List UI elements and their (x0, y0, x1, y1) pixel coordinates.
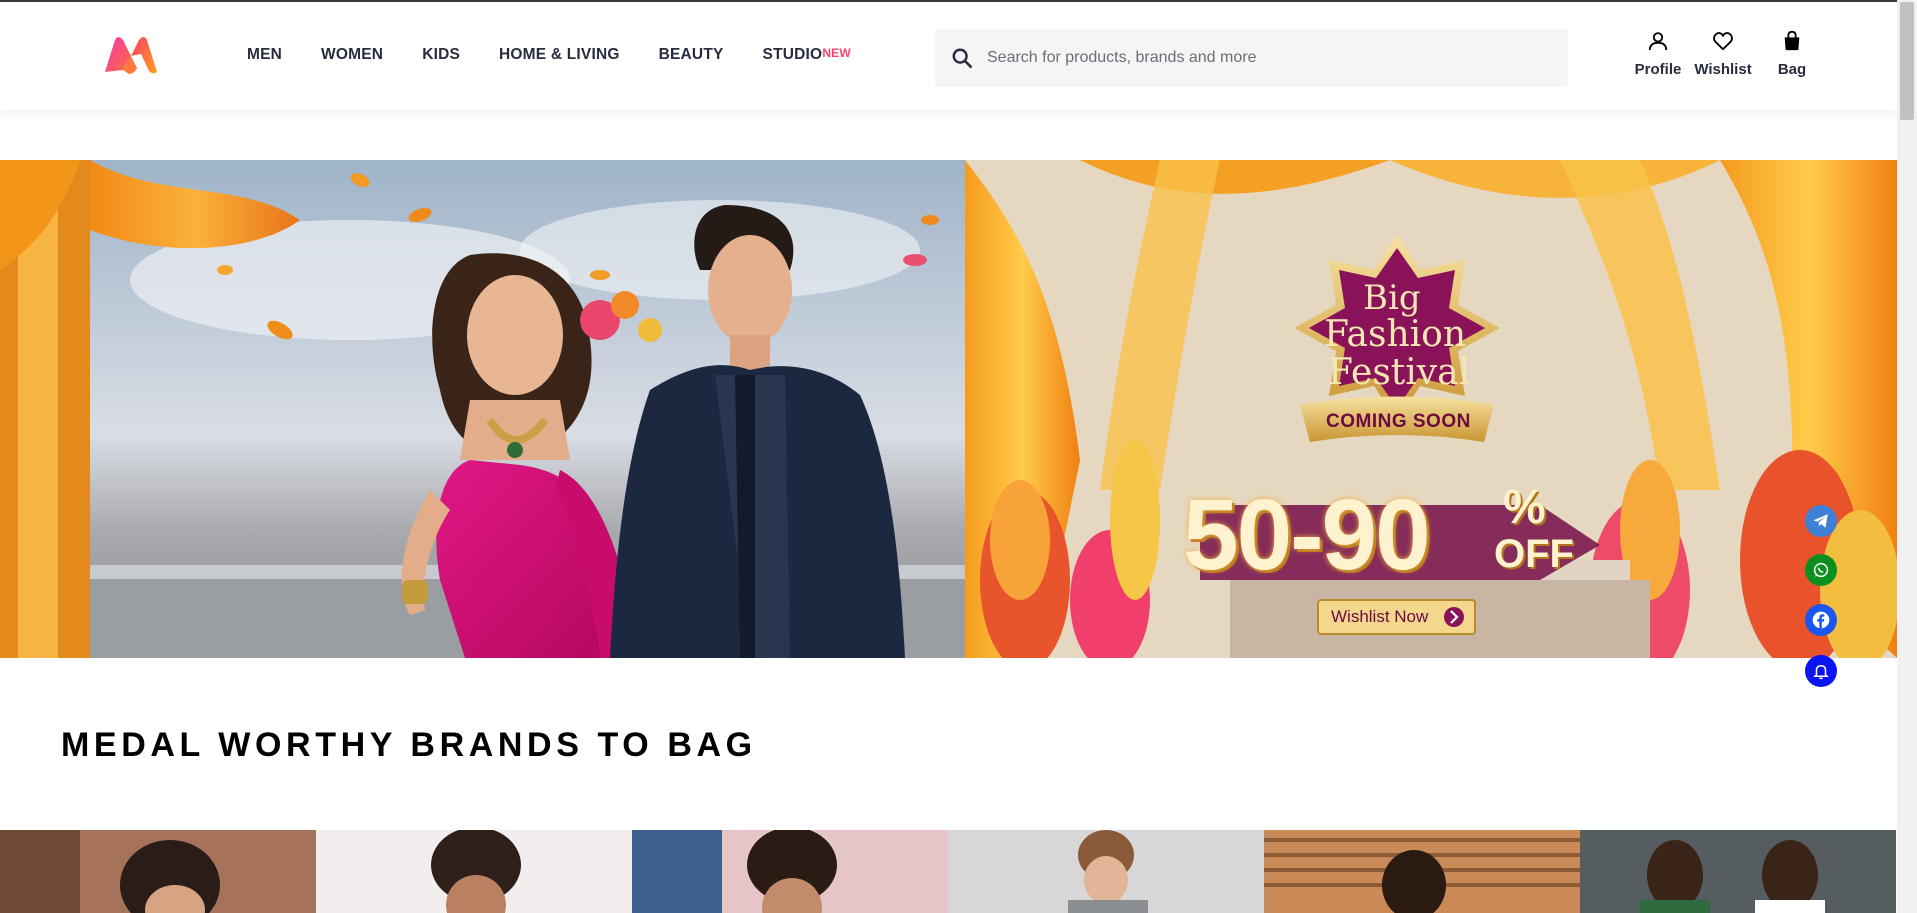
bell-icon (1813, 664, 1829, 680)
whatsapp-button[interactable] (1805, 554, 1837, 586)
section-title: MEDAL WORTHY BRANDS TO BAG (61, 726, 757, 764)
brand-tile[interactable] (632, 830, 948, 913)
nav-studio[interactable]: STUDIONEW (763, 46, 851, 64)
profile-button[interactable]: Profile (1628, 28, 1688, 78)
badge-title-line1: Big (1363, 278, 1421, 318)
coming-soon-ribbon: COMING SOON (1326, 411, 1471, 432)
nav-label: WOMEN (321, 46, 384, 63)
search-icon (952, 48, 972, 68)
brand-tiles-row (0, 830, 1897, 913)
profile-label: Profile (1634, 61, 1682, 78)
discount-percent: % (1503, 481, 1546, 534)
heart-icon (1710, 28, 1736, 54)
wishlist-button[interactable]: Wishlist (1694, 28, 1752, 78)
discount-range: 50-90 (1183, 479, 1431, 591)
nav-label: HOME & LIVING (499, 46, 620, 63)
badge-title-line2: Fashion (1324, 314, 1467, 355)
brand-tile[interactable] (1264, 830, 1580, 913)
facebook-button[interactable] (1805, 604, 1837, 636)
nav-men[interactable]: MEN (247, 46, 282, 64)
main-nav: MEN WOMEN KIDS HOME & LIVING BEAUTY STUD… (247, 46, 890, 64)
telegram-icon (1813, 514, 1828, 528)
nav-home-living[interactable]: HOME & LIVING (499, 46, 620, 64)
bag-button[interactable]: Bag (1772, 28, 1812, 78)
nav-kids[interactable]: KIDS (422, 46, 460, 64)
hero-banner[interactable]: Big Fashion Festival COMING SOON 50-90 %… (0, 160, 1897, 658)
myntra-logo[interactable] (101, 34, 161, 76)
nav-label: STUDIO (762, 46, 823, 63)
telegram-button[interactable] (1805, 505, 1837, 537)
nav-women[interactable]: WOMEN (321, 46, 383, 64)
facebook-icon (1812, 611, 1830, 629)
search-input[interactable] (987, 49, 1527, 67)
notification-button[interactable] (1805, 655, 1837, 687)
nav-beauty[interactable]: BEAUTY (659, 46, 724, 64)
bag-label: Bag (1777, 61, 1807, 78)
brand-tile[interactable] (948, 830, 1264, 913)
discount-off: OFF (1494, 532, 1574, 576)
page-scrollbar[interactable] (1897, 0, 1917, 913)
badge-title-line3: Festival (1328, 352, 1471, 393)
brand-tile[interactable] (0, 830, 316, 913)
wishlist-now-label[interactable]: Wishlist Now (1331, 607, 1428, 627)
brand-tile[interactable] (1580, 830, 1896, 913)
profile-icon (1645, 28, 1671, 54)
bag-icon (1779, 28, 1805, 54)
nav-label: MEN (247, 46, 283, 63)
header-actions: Profile Wishlist Bag (1628, 28, 1812, 78)
new-badge: NEW (822, 46, 851, 60)
nav-label: BEAUTY (658, 46, 724, 63)
whatsapp-icon (1813, 562, 1829, 578)
search-bar[interactable] (935, 29, 1568, 87)
brand-tile[interactable] (316, 830, 632, 913)
nav-label: KIDS (422, 46, 461, 63)
scrollbar-thumb[interactable] (1900, 2, 1914, 120)
wishlist-label: Wishlist (1694, 61, 1752, 78)
top-header: MEN WOMEN KIDS HOME & LIVING BEAUTY STUD… (0, 0, 1897, 110)
arrow-right-icon (1444, 607, 1464, 627)
